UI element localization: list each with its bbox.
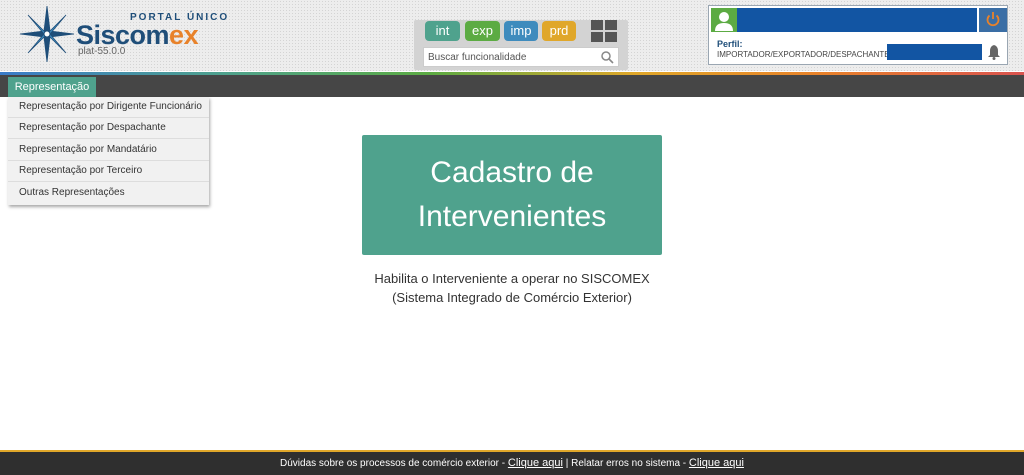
footer: Dúvidas sobre os processos de comércio e… xyxy=(0,450,1024,475)
apps-grid-icon[interactable] xyxy=(591,20,619,42)
footer-text: Dúvidas sobre os processos de comércio e… xyxy=(0,457,1024,469)
tile-description-line-2: (Sistema Integrado de Comércio Exterior) xyxy=(392,290,632,305)
footer-doubts-text: Dúvidas sobre os processos de comércio e… xyxy=(280,458,508,469)
footer-separator-text: | Relatar erros no sistema - xyxy=(562,458,689,469)
menu-item-despachante[interactable]: Representação por Despachante xyxy=(8,118,209,139)
menu-item-dirigente[interactable]: Representação por Dirigente Funcionário xyxy=(8,97,209,118)
footer-link-duvidas[interactable]: Clique aqui xyxy=(508,457,563,469)
tile-description-line-1: Habilita o Interveniente a operar no SIS… xyxy=(374,271,650,286)
menu-item-outras[interactable]: Outras Representações xyxy=(8,183,209,204)
compass-star-icon xyxy=(19,5,75,63)
main-nav: Representação xyxy=(0,75,1024,97)
footer-link-relatar-erros[interactable]: Clique aqui xyxy=(689,457,744,469)
user-avatar-icon[interactable] xyxy=(711,8,737,32)
siscomex-logo[interactable]: PORTAL ÚNICO Siscomex plat-55.0.0 xyxy=(18,4,227,64)
module-imp-button[interactable]: imp xyxy=(504,21,538,41)
brand-part-2: ex xyxy=(169,20,199,50)
logout-button[interactable] xyxy=(979,8,1007,32)
perfil-value: IMPORTADOR/EXPORTADOR/DESPACHANTE xyxy=(717,50,890,59)
tile-title: Cadastro de Intervenientes xyxy=(417,156,607,233)
perfil-label: Perfil: xyxy=(717,39,743,49)
search-icon[interactable] xyxy=(600,50,614,64)
tab-representacao[interactable]: Representação xyxy=(8,77,96,97)
perfil-selector[interactable] xyxy=(887,44,982,60)
representacao-dropdown: Representação por Dirigente Funcionário … xyxy=(8,97,209,205)
menu-item-terceiro[interactable]: Representação por Terceiro xyxy=(8,161,209,182)
search-input[interactable] xyxy=(424,48,594,66)
bell-icon[interactable] xyxy=(987,44,1001,60)
version-label: plat-55.0.0 xyxy=(78,46,126,57)
header: PORTAL ÚNICO Siscomex plat-55.0.0 int ex… xyxy=(0,0,1024,71)
menu-item-mandatario[interactable]: Representação por Mandatário xyxy=(8,140,209,161)
cadastro-intervenientes-tile[interactable]: Cadastro de Intervenientes xyxy=(362,135,662,255)
user-name-bar xyxy=(737,8,977,32)
module-prd-button[interactable]: prd xyxy=(542,21,576,41)
user-panel: Perfil: IMPORTADOR/EXPORTADOR/DESPACHANT… xyxy=(708,5,1008,65)
module-exp-button[interactable]: exp xyxy=(465,21,500,41)
power-icon xyxy=(986,12,1000,27)
search-box xyxy=(423,47,619,67)
module-search-panel: int exp imp prd xyxy=(414,20,628,70)
module-int-button[interactable]: int xyxy=(425,21,460,41)
